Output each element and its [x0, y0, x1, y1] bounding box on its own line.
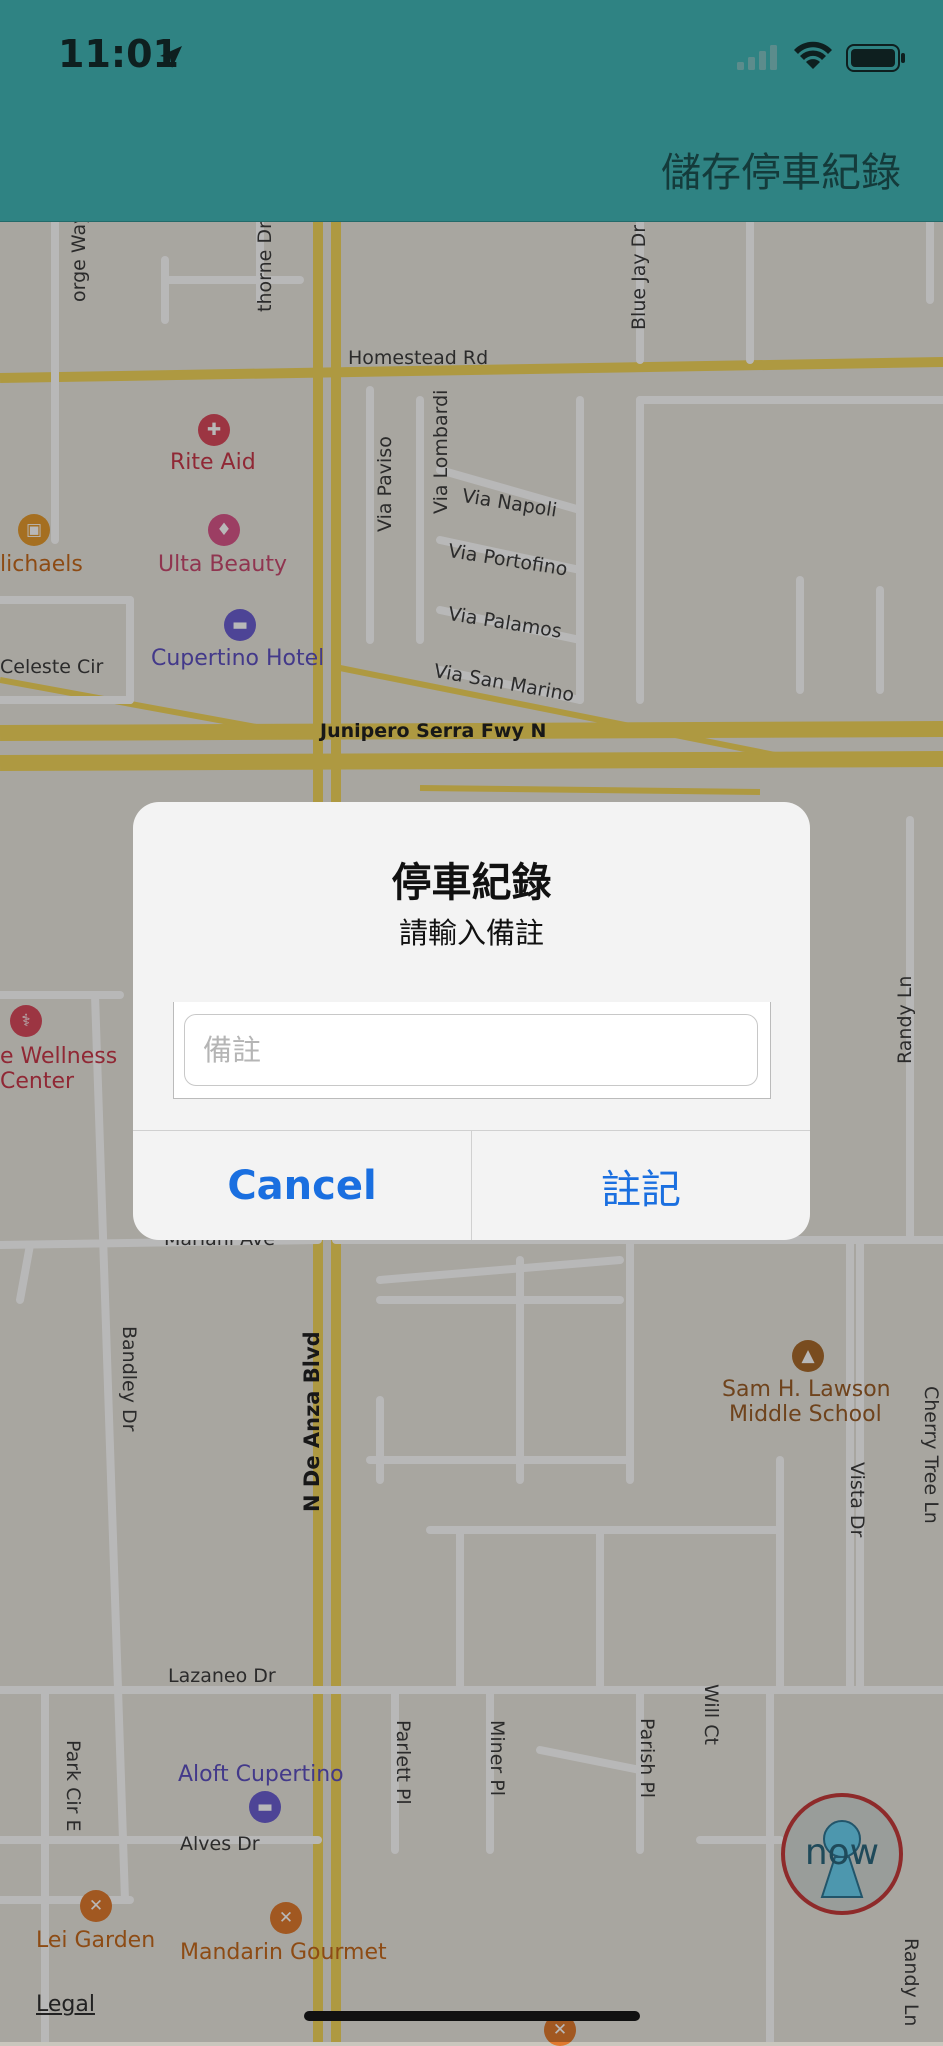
location-arrow-icon	[160, 46, 182, 68]
wifi-icon	[794, 41, 832, 69]
now-label: now	[804, 1832, 880, 1873]
note-input[interactable]	[184, 1014, 758, 1086]
cellular-signal-icon	[737, 45, 777, 70]
alert-title: 停車紀錄	[391, 860, 552, 906]
navigation-bar: 11:01 儲存停車紀錄	[0, 0, 943, 222]
legal-link[interactable]: Legal	[36, 1992, 95, 2017]
nav-title: 儲存停車紀錄	[661, 150, 901, 196]
alert-dialog: 停車紀錄 請輸入備註 Cancel 註記	[133, 802, 810, 1240]
battery-icon	[846, 44, 905, 72]
cancel-button[interactable]: Cancel	[133, 1131, 472, 1240]
confirm-note-button[interactable]: 註記	[472, 1131, 810, 1240]
now-button[interactable]: now	[781, 1793, 903, 1915]
alert-button-row: Cancel 註記	[133, 1130, 810, 1240]
alert-field-container	[173, 1002, 771, 1099]
home-indicator[interactable]	[304, 2011, 640, 2021]
alert-message: 請輸入備註	[398, 916, 544, 950]
